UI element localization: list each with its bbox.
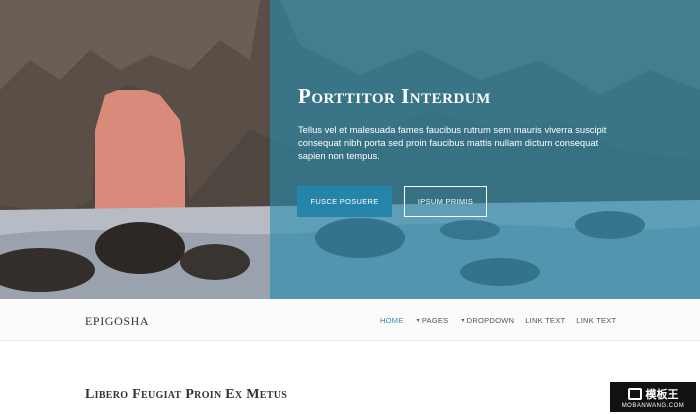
section-heading: Libero Feugiat Proin Ex Metus: [85, 387, 288, 402]
nav-item-dropdown[interactable]: ▾ DROPDOWN: [461, 316, 514, 325]
caret-down-icon: ▾: [416, 318, 420, 324]
hero-title: Porttitor Interdum: [298, 84, 491, 108]
watermark-url: MOBANWANG.COM: [621, 402, 685, 409]
main-navbar: EPIGOSHA HOME ▾ PAGES ▾ DROPDOWN LINK TE…: [0, 299, 700, 341]
hero-banner: Porttitor Interdum Tellus vel et malesua…: [0, 0, 700, 299]
nav-item-label: PAGES: [421, 316, 449, 325]
nav-item-link-text-2[interactable]: LINK TEXT: [576, 316, 616, 325]
nav-item-pages[interactable]: ▾ PAGES: [417, 316, 449, 325]
nav-item-label: LINK TEXT: [576, 316, 617, 325]
nav-item-label: LINK TEXT: [525, 316, 566, 325]
nav-item-link-text-1[interactable]: LINK TEXT: [525, 316, 565, 325]
nav-item-home[interactable]: HOME: [380, 316, 404, 325]
hero-description: Tellus vel et malesuada fames faucibus r…: [298, 124, 607, 161]
nav-item-label: DROPDOWN: [466, 316, 515, 325]
site-logo[interactable]: EPIGOSHA: [85, 314, 149, 329]
watermark-badge: 模板王 MOBANWANG.COM: [610, 382, 696, 412]
caret-down-icon: ▾: [461, 318, 465, 324]
nav-menu: HOME ▾ PAGES ▾ DROPDOWN LINK TEXT LINK T…: [380, 316, 616, 325]
watermark-name: 模板王: [645, 388, 679, 401]
fusce-posuere-button[interactable]: Fusce Posuere: [297, 186, 392, 217]
ipsum-primis-button[interactable]: Ipsum Primis: [404, 186, 487, 217]
watermark-logo-icon: [627, 387, 642, 400]
nav-item-label: HOME: [380, 316, 404, 325]
